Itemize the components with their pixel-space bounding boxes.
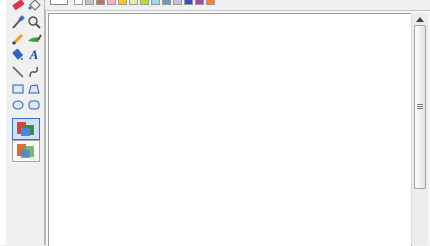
palette-swatch[interactable]	[151, 0, 160, 5]
palette-swatch[interactable]	[85, 0, 94, 5]
curve-tool[interactable]	[26, 64, 42, 80]
palette-swatch[interactable]	[129, 0, 138, 5]
color-picker-tool[interactable]	[10, 14, 26, 30]
rectangle-tool[interactable]	[10, 81, 26, 97]
polygon-tool[interactable]	[26, 81, 42, 97]
rounded-rectangle-tool[interactable]	[26, 97, 42, 113]
eraser-icon	[12, 0, 25, 10]
canvas-area	[45, 11, 430, 246]
opaque-shapes-icon	[17, 122, 34, 136]
ellipse-icon	[12, 100, 24, 110]
eraser-tool[interactable]	[10, 0, 26, 13]
palette-swatch[interactable]	[96, 0, 105, 5]
magnifier-tool[interactable]	[26, 14, 42, 30]
pencil-icon	[11, 33, 24, 46]
current-colors-box[interactable]	[50, 0, 68, 5]
brush-tool[interactable]	[26, 31, 42, 47]
eyedropper-icon	[12, 15, 25, 29]
brush-icon	[28, 34, 42, 42]
palette-swatch[interactable]	[173, 0, 182, 5]
rectangle-icon	[12, 84, 24, 94]
palette-swatch[interactable]	[195, 0, 204, 5]
toolbox: A	[6, 0, 45, 245]
palette-swatch[interactable]	[107, 0, 116, 5]
palette-swatch[interactable]	[140, 0, 149, 5]
curve-icon	[29, 66, 38, 78]
palette-swatch[interactable]	[118, 0, 127, 5]
transparent-background-option[interactable]	[12, 140, 40, 162]
thumb-grip	[417, 108, 423, 109]
thumb-grip	[417, 106, 423, 107]
polygon-icon	[28, 84, 40, 94]
opaque-background-option[interactable]	[12, 118, 40, 140]
line-tool[interactable]	[10, 64, 26, 80]
text-icon: A	[29, 47, 39, 62]
line-icon	[12, 66, 24, 78]
text-tool[interactable]: A	[26, 47, 42, 63]
scroll-up-button[interactable]	[412, 13, 428, 25]
palette-swatch[interactable]	[184, 0, 193, 5]
palette-swatch[interactable]	[206, 0, 215, 5]
rounded-rectangle-icon	[28, 100, 40, 110]
drawing-canvas[interactable]	[48, 13, 412, 246]
transparent-shapes-icon	[17, 144, 34, 158]
scroll-thumb[interactable]	[414, 25, 426, 189]
palette-swatch[interactable]	[162, 0, 171, 5]
scroll-up-icon	[416, 16, 424, 22]
vertical-scrollbar[interactable]	[411, 13, 428, 245]
fill-tool[interactable]	[26, 0, 42, 13]
color-palette	[45, 0, 430, 11]
ellipse-tool[interactable]	[10, 97, 26, 113]
thumb-grip	[417, 104, 423, 105]
airbrush-tool[interactable]	[10, 47, 26, 63]
fill-bucket-icon	[28, 0, 41, 11]
pencil-tool[interactable]	[10, 31, 26, 47]
palette-swatch[interactable]	[74, 0, 83, 5]
airbrush-icon	[12, 48, 23, 60]
magnifier-icon	[28, 16, 41, 29]
